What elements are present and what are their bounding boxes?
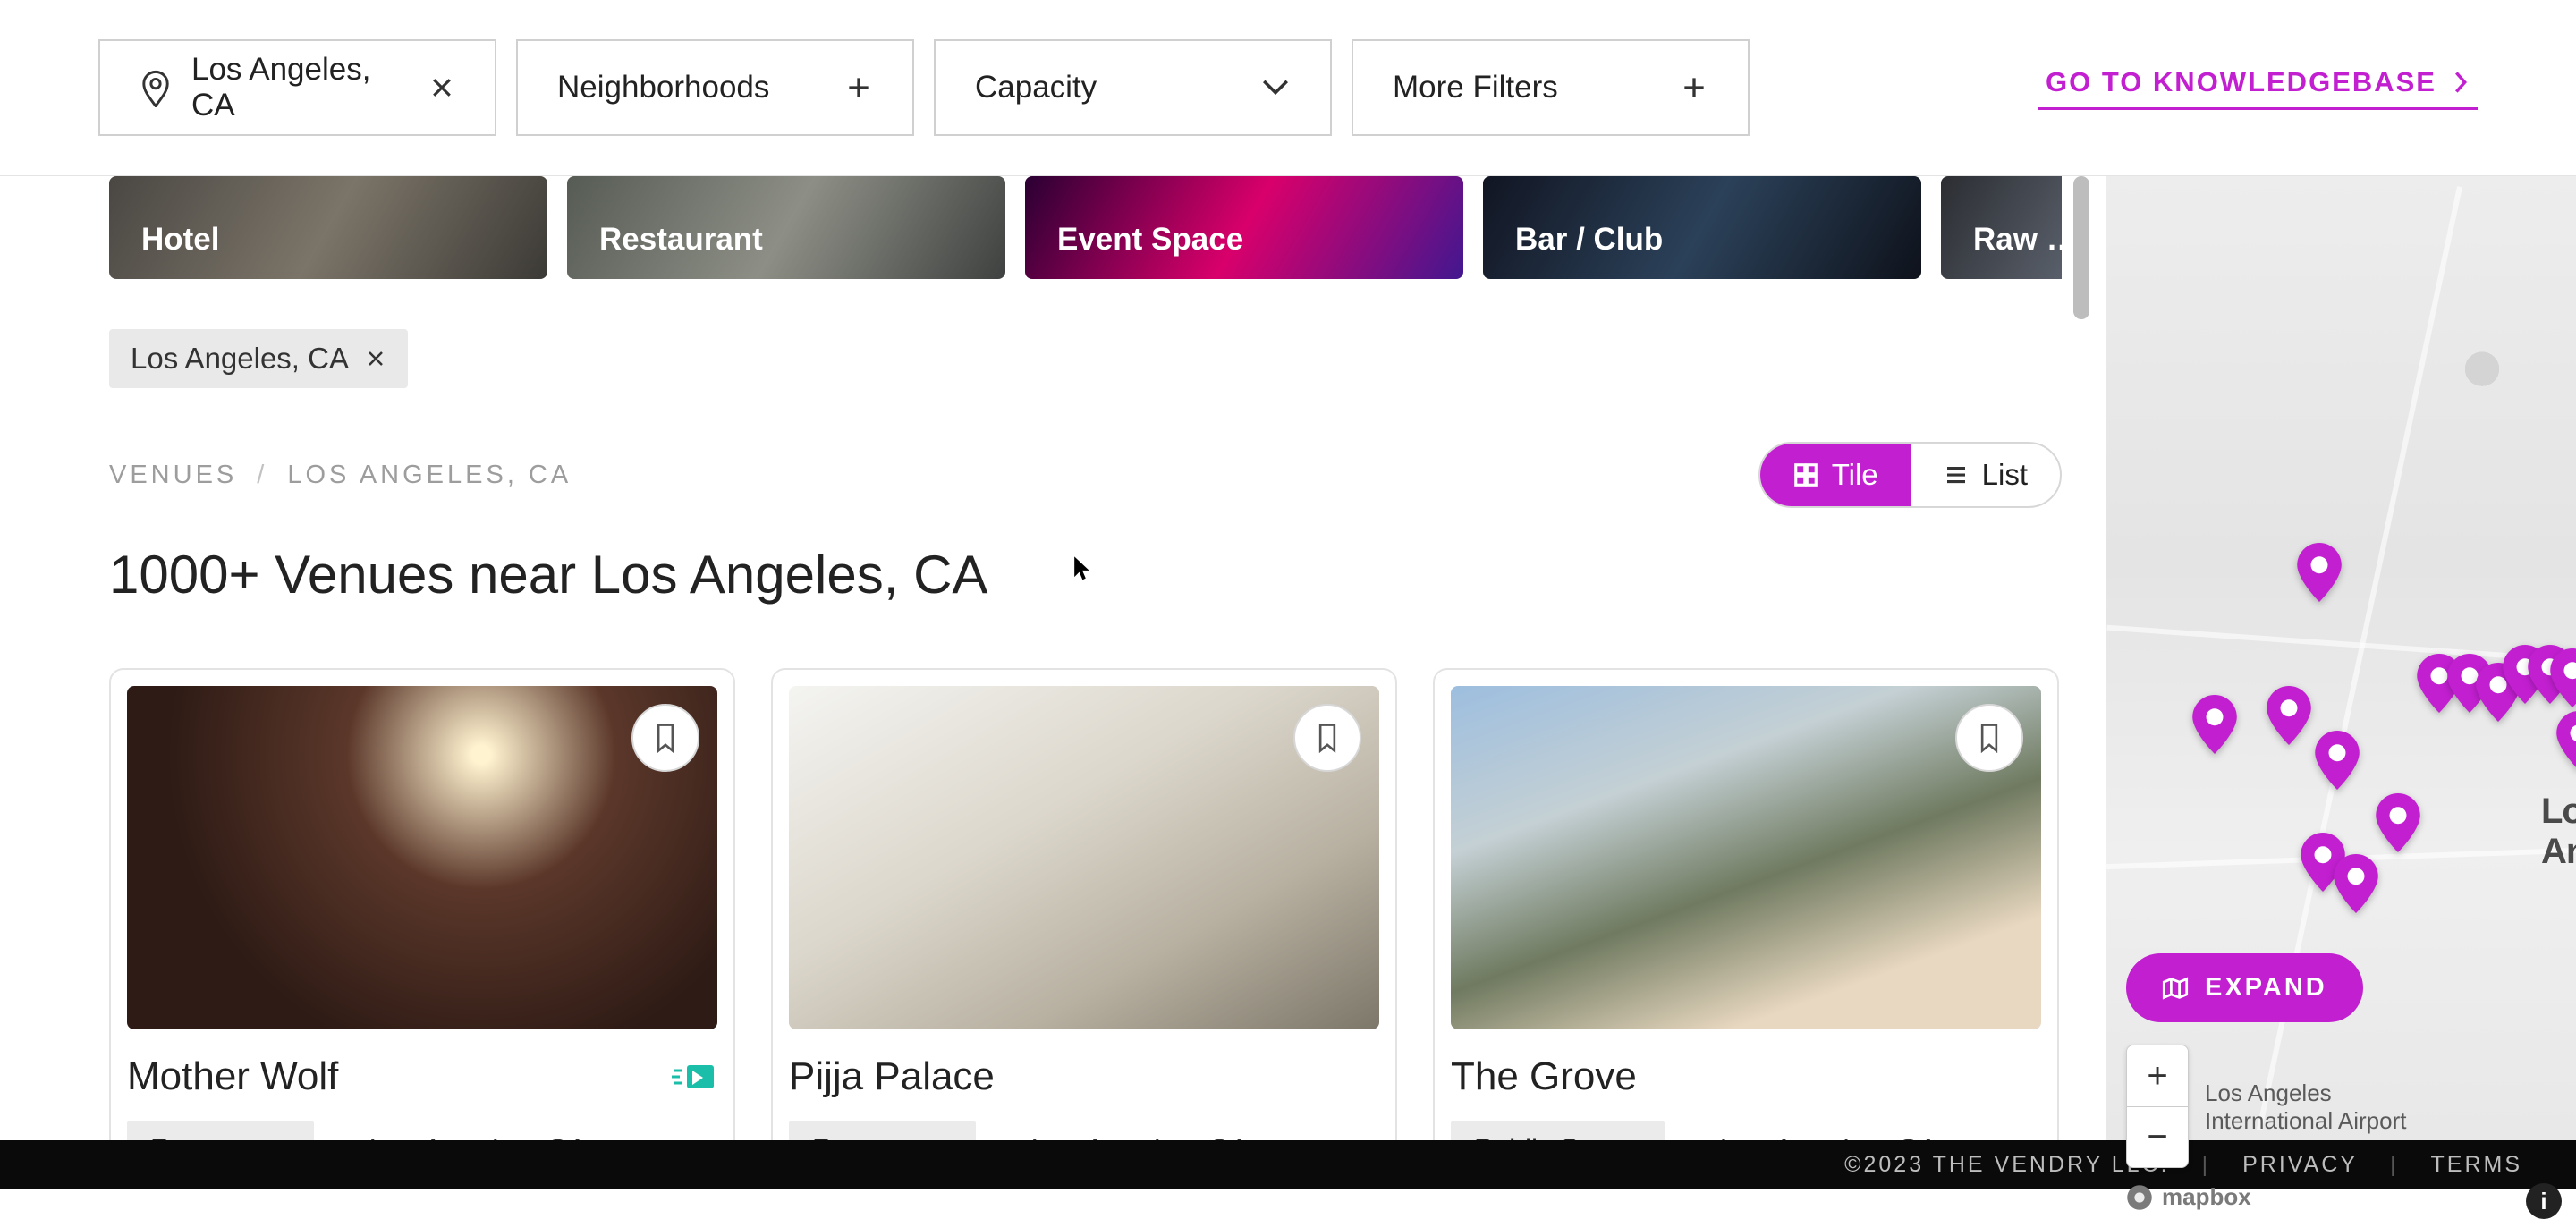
capacity-filter[interactable]: Capacity [934,39,1332,136]
zoom-out-button[interactable]: − [2127,1106,2188,1167]
grid-icon [1792,461,1819,488]
view-tile-button[interactable]: Tile [1760,444,1911,506]
venue-image [1451,686,2041,1029]
venue-city: Los Angeles, CA [1720,1133,1938,1141]
category-strip: Hotel Restaurant Event Space Bar / Club … [109,176,2062,279]
footer-copyright: ©2023 THE VENDRY LLC. [1844,1152,2170,1178]
breadcrumb-separator: / [257,461,267,490]
category-restaurant[interactable]: Restaurant [567,176,1005,279]
location-filter[interactable]: Los Angeles, CA [98,39,496,136]
map-pin[interactable] [2266,686,2312,745]
map-pin[interactable] [2191,695,2238,754]
venue-image [127,686,717,1029]
venue-card[interactable]: Pijja Palace Restaurant Los Angeles, CA [771,668,1397,1140]
category-raw[interactable]: Raw … [1941,176,2062,279]
venue-card[interactable]: Mother Wolf Restaurant [109,668,735,1140]
category-label: Bar / Club [1515,222,1663,258]
applied-location-tag[interactable]: Los Angeles, CA [109,329,408,388]
scrollbar-thumb[interactable] [2073,176,2089,319]
category-label: Event Space [1057,222,1243,258]
venue-type-chip: Restaurant [127,1121,314,1140]
venue-city: Los Angeles, CA [369,1133,588,1141]
page-heading: 1000+ Venues near Los Angeles, CA [109,544,2062,605]
map-pin[interactable] [2549,648,2576,707]
category-label: Restaurant [599,222,763,258]
more-filters-label: More Filters [1393,70,1558,106]
fast-response-icon [669,1060,717,1094]
chevron-right-icon [2451,70,2470,95]
venue-name: The Grove [1451,1054,1637,1099]
map-pin[interactable] [2296,543,2343,602]
venue-image [789,686,1379,1029]
breadcrumb-root[interactable]: VENUES [109,461,237,490]
plus-icon [1680,73,1708,102]
close-icon[interactable] [365,348,386,369]
breadcrumb: VENUES / LOS ANGELES, CA [109,461,572,490]
view-list-button[interactable]: List [1911,444,2060,506]
list-label: List [1982,458,2028,492]
tile-label: Tile [1832,458,1878,492]
category-label: Hotel [141,222,220,258]
location-value: Los Angeles, CA [191,52,403,123]
pin-icon [1691,1138,1711,1141]
list-icon [1943,461,1970,488]
pin-icon [140,68,172,107]
clear-location-icon[interactable] [428,74,455,101]
footer-privacy-link[interactable]: PRIVACY [2242,1152,2358,1178]
category-event-space[interactable]: Event Space [1025,176,1463,279]
venue-city: Los Angeles, CA [1031,1133,1250,1141]
mapbox-attribution[interactable]: mapbox [2126,1183,2251,1211]
kb-link-label: GO TO KNOWLEDGEBASE [2046,66,2436,98]
category-label: Raw … [1973,222,2062,258]
plus-icon [844,73,873,102]
pin-icon [341,1138,360,1141]
map-pin[interactable] [2333,854,2379,913]
expand-label: EXPAND [2205,973,2327,1003]
bookmark-button[interactable] [631,704,699,772]
bookmark-button[interactable] [1293,704,1361,772]
pin-icon [1003,1138,1022,1141]
map-info-button[interactable]: i [2526,1183,2562,1219]
venue-type-chip: Restaurant [789,1121,976,1140]
map-airport-label: Los Angeles International Airport [2205,1079,2406,1135]
map-zoom-control: + − [2126,1045,2189,1168]
neighborhoods-filter[interactable]: Neighborhoods [516,39,914,136]
venue-name: Pijja Palace [789,1054,995,1099]
venue-name: Mother Wolf [127,1054,338,1099]
zoom-in-button[interactable]: + [2127,1045,2188,1106]
go-to-knowledgebase-link[interactable]: GO TO KNOWLEDGEBASE [2038,66,2478,110]
footer-terms-link[interactable]: TERMS [2431,1152,2523,1178]
venue-type-chip: Public Space [1451,1121,1665,1140]
map-panel[interactable]: Los Angeles Los Angeles International Ai… [2106,176,2576,1140]
map-pin[interactable] [2555,711,2576,770]
view-toggle: Tile List [1758,442,2062,508]
more-filters[interactable]: More Filters [1352,39,1750,136]
category-bar-club[interactable]: Bar / Club [1483,176,1921,279]
venue-grid: Mother Wolf Restaurant [109,668,2062,1140]
breadcrumb-leaf: LOS ANGELES, CA [287,461,572,490]
map-icon [2162,977,2189,1000]
tag-label: Los Angeles, CA [131,342,349,376]
capacity-label: Capacity [975,70,1097,106]
map-expand-button[interactable]: EXPAND [2126,953,2363,1022]
map-pin[interactable] [2375,793,2421,852]
filter-group: Los Angeles, CA Neighborhoods Capacity [98,39,1750,136]
map-city-label: Los Angeles [2541,792,2576,872]
bookmark-button[interactable] [1955,704,2023,772]
category-hotel[interactable]: Hotel [109,176,547,279]
footer: ©2023 THE VENDRY LLC. | PRIVACY | TERMS [0,1140,2576,1189]
chevron-down-icon [1260,77,1291,98]
filter-bar: Los Angeles, CA Neighborhoods Capacity [0,0,2576,176]
venue-card[interactable]: The Grove Public Space Los Angeles, CA [1433,668,2059,1140]
neighborhoods-label: Neighborhoods [557,70,769,106]
map-pin[interactable] [2314,731,2360,790]
